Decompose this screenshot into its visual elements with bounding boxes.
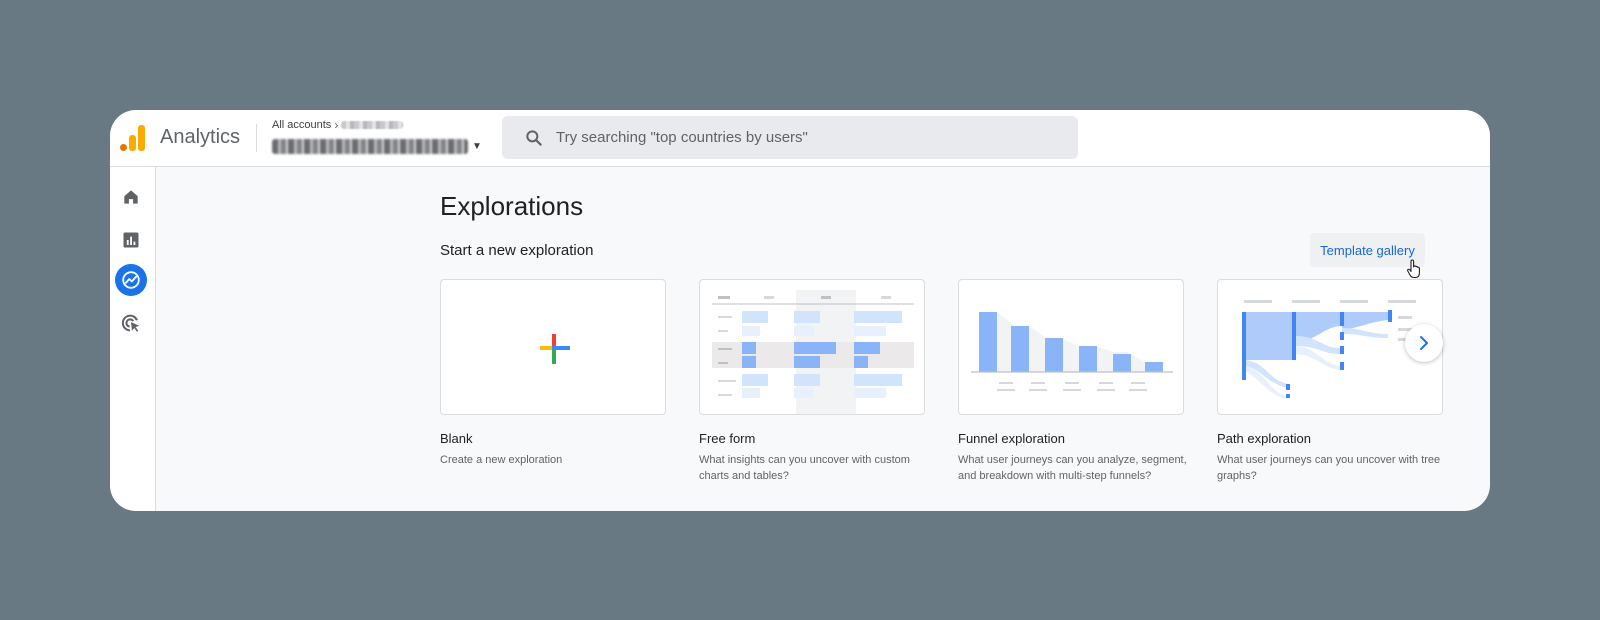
chevron-right-icon [1420,336,1428,350]
dropdown-arrow-icon: ▼ [472,141,482,152]
search-input[interactable] [556,116,1056,159]
card-description: Create a new exploration [440,454,563,466]
table-chart-illustration [712,290,914,414]
card-title: Blank [440,431,473,446]
carousel-next-button[interactable] [1405,324,1443,362]
card-thumbnail[interactable] [699,279,925,415]
search-icon [526,130,542,146]
property-name-redacted [272,139,468,154]
account-picker[interactable]: All accounts › ▼ [272,118,482,154]
top-bar: Analytics All accounts › ▼ [110,110,1490,167]
card-thumbnail[interactable] [958,279,1184,415]
title-divider [256,124,257,152]
main-content: Explorations Start a new exploration Tem… [110,167,1490,511]
breadcrumb-all-accounts[interactable]: All accounts [272,119,331,131]
page-title: Explorations [440,191,584,221]
app-name: Analytics [160,126,241,148]
card-description: What insights can you uncover with custo… [699,454,910,482]
funnel-chart-illustration [971,312,1173,391]
card-description: What user journeys can you analyze, segm… [958,454,1187,482]
plus-icon [540,334,570,364]
card-title: Funnel exploration [958,431,1065,446]
account-name-redacted [341,121,404,129]
property-selector[interactable]: ▼ [272,139,482,154]
exploration-card-path[interactable]: Path exploration What user journeys can … [1217,279,1443,484]
card-thumbnail[interactable] [440,279,666,415]
analytics-window: Analytics All accounts › ▼ Try searching… [110,110,1490,511]
hand-cursor-icon [1407,259,1420,279]
analytics-logo[interactable] [120,125,146,151]
chevron-right-icon: › [334,118,339,132]
exploration-card-blank[interactable]: Blank Create a new exploration [440,279,666,468]
card-title: Path exploration [1217,431,1311,446]
card-title: Free form [699,431,756,446]
account-breadcrumb: All accounts › [272,118,482,132]
section-subtitle: Start a new exploration [440,242,594,259]
card-description: What user journeys can you uncover with … [1217,454,1441,482]
exploration-card-free-form[interactable]: Free form What insights can you uncover … [699,279,925,484]
search-bar[interactable] [502,116,1078,159]
exploration-card-funnel[interactable]: Funnel exploration What user journeys ca… [958,279,1187,484]
